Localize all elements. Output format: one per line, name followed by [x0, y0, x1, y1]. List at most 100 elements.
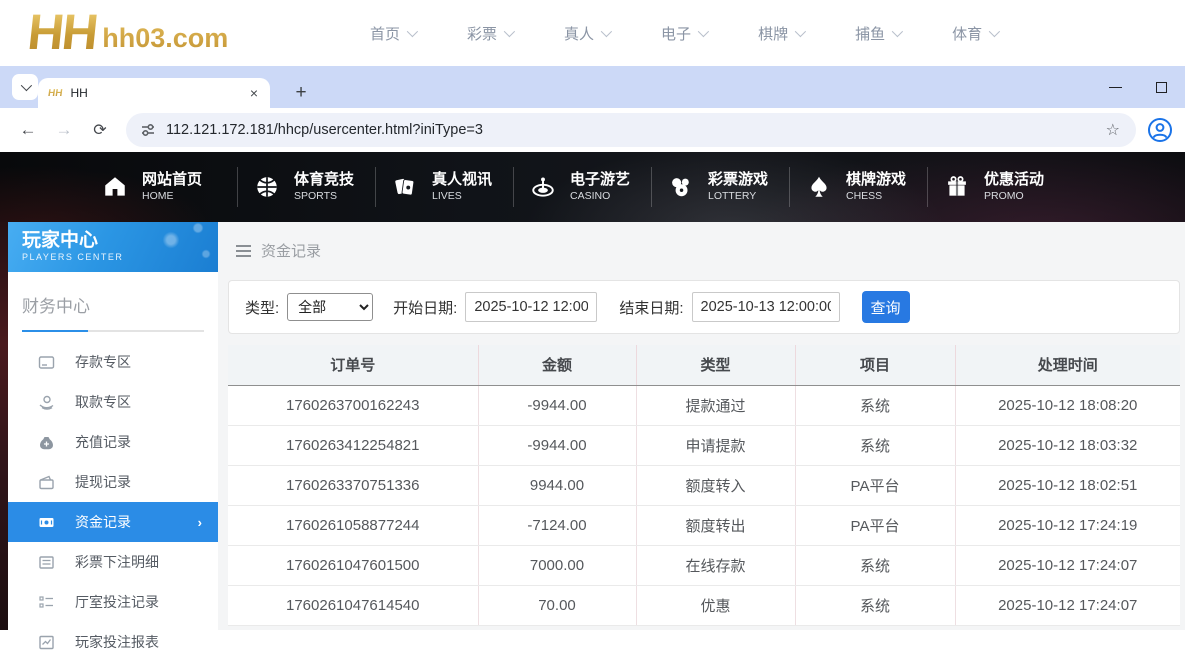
- top-nav-sports[interactable]: 体育: [952, 23, 997, 44]
- chevron-down-icon: [892, 26, 903, 37]
- game-nav-home[interactable]: 网站首页HOME: [100, 171, 237, 203]
- cell-type: 提款通过: [636, 385, 795, 425]
- end-date-label: 结束日期:: [619, 297, 683, 318]
- sidebar-item-recharge-records[interactable]: 充值记录: [8, 422, 218, 462]
- top-nav-label: 体育: [952, 23, 982, 44]
- records-table-card: 订单号 金额 类型 项目 处理时间 1760263700162243 -9944…: [228, 345, 1180, 626]
- top-nav-live[interactable]: 真人: [564, 23, 609, 44]
- players-center-header: 玩家中心 PLAYERS CENTER: [8, 222, 218, 272]
- chevron-down-icon: [504, 26, 515, 37]
- home-icon: [100, 172, 130, 202]
- sidebar-item-lottery-bet-details[interactable]: 彩票下注明细: [8, 542, 218, 582]
- hand-coin-icon: [38, 394, 55, 411]
- tab-close-icon[interactable]: ×: [248, 85, 260, 101]
- cell-project: 系统: [795, 545, 955, 585]
- background-strip: [0, 222, 8, 630]
- cell-type: 额度转出: [636, 505, 795, 545]
- type-select[interactable]: 全部: [287, 293, 373, 321]
- cell-time: 2025-10-12 17:24:07: [955, 545, 1180, 585]
- game-nav-zh: 彩票游戏: [708, 171, 768, 189]
- breadcrumb-label: 资金记录: [261, 240, 321, 261]
- end-date-input[interactable]: [692, 292, 840, 322]
- list-icon: [38, 554, 55, 571]
- back-icon[interactable]: ←: [16, 118, 40, 142]
- sidebar-item-label: 充值记录: [75, 432, 131, 452]
- sidebar-item-room-bet-records[interactable]: 厅室投注记录: [8, 582, 218, 622]
- top-nav-chess[interactable]: 棋牌: [758, 23, 803, 44]
- game-nav-casino[interactable]: 电子游艺CASINO: [514, 171, 651, 203]
- cell-project: PA平台: [795, 505, 955, 545]
- game-nav: 网站首页HOME 体育竞技SPORTS 真人视讯LIVES 电子游艺CASINO…: [0, 152, 1185, 222]
- col-processed-time: 处理时间: [955, 345, 1180, 385]
- bookmark-star-icon[interactable]: ☆: [1106, 120, 1120, 140]
- url-text[interactable]: 112.121.172.181/hhcp/usercenter.html?ini…: [166, 122, 1106, 138]
- sidebar-item-player-bet-report[interactable]: 玩家投注报表: [8, 622, 218, 662]
- table-row: 1760261058877244 -7124.00 额度转出 PA平台 2025…: [228, 505, 1180, 545]
- col-type: 类型: [636, 345, 795, 385]
- sidebar-item-label: 资金记录: [75, 512, 131, 532]
- roulette-icon: [528, 172, 558, 202]
- top-nav-lottery[interactable]: 彩票: [467, 23, 512, 44]
- top-nav-label: 彩票: [467, 23, 497, 44]
- game-nav-en: LIVES: [432, 189, 492, 203]
- chevron-down-icon: [601, 26, 612, 37]
- top-nav-label: 真人: [564, 23, 594, 44]
- maximize-icon[interactable]: [1156, 82, 1167, 93]
- cell-time: 2025-10-12 18:03:32: [955, 425, 1180, 465]
- top-nav-home[interactable]: 首页: [370, 23, 415, 44]
- sidebar-item-deposit-zone[interactable]: 存款专区: [8, 342, 218, 382]
- reload-icon[interactable]: ⟳: [88, 118, 112, 142]
- cell-type: 优惠: [636, 585, 795, 625]
- page-body: 玩家中心 PLAYERS CENTER 财务中心 存款专区 取款专区 充值记录 …: [0, 222, 1185, 630]
- search-button[interactable]: 查询: [862, 291, 910, 323]
- top-nav-slots[interactable]: 电子: [661, 23, 706, 44]
- chevron-down-icon: [795, 26, 806, 37]
- cell-project: PA平台: [795, 465, 955, 505]
- filter-bar: 类型: 全部 开始日期: 结束日期: 查询: [228, 280, 1180, 334]
- profile-icon[interactable]: [1147, 117, 1173, 143]
- cell-project: 系统: [795, 585, 955, 625]
- top-nav-label: 电子: [661, 23, 691, 44]
- col-amount: 金额: [478, 345, 636, 385]
- cell-time: 2025-10-12 18:02:51: [955, 465, 1180, 505]
- sidebar-item-label: 玩家投注报表: [75, 632, 159, 652]
- game-nav-lottery[interactable]: 彩票游戏LOTTERY: [652, 171, 789, 203]
- site-info-icon[interactable]: [140, 122, 156, 138]
- game-nav-promo[interactable]: 优惠活动PROMO: [928, 171, 1065, 203]
- url-bar[interactable]: 112.121.172.181/hhcp/usercenter.html?ini…: [126, 113, 1136, 147]
- chevron-down-icon: [21, 80, 32, 91]
- game-nav-zh: 电子游艺: [570, 171, 630, 189]
- top-nav-fishing[interactable]: 捕鱼: [855, 23, 900, 44]
- cell-order-id: 1760261058877244: [228, 505, 478, 545]
- sidebar-item-fund-records[interactable]: 资金记录 ›: [8, 502, 218, 542]
- game-nav-en: CASINO: [570, 189, 630, 203]
- game-nav-chess[interactable]: 棋牌游戏CHESS: [790, 171, 927, 203]
- fund-record-icon: [38, 514, 55, 531]
- top-nav: 首页 彩票 真人 电子 棋牌 捕鱼 体育: [370, 0, 997, 66]
- forward-icon[interactable]: →: [52, 118, 76, 142]
- site-logo[interactable]: HH hh03.com: [28, 4, 228, 60]
- game-nav-zh: 优惠活动: [984, 171, 1044, 189]
- lottery-balls-icon: [666, 172, 696, 202]
- sidebar-item-withdrawal-records[interactable]: 提现记录: [8, 462, 218, 502]
- new-tab-button[interactable]: +: [288, 80, 314, 106]
- tab-title: HH: [70, 86, 247, 100]
- spade-icon: [804, 172, 834, 202]
- browser-tab[interactable]: HH HH ×: [38, 78, 270, 108]
- start-date-input[interactable]: [465, 292, 597, 322]
- tab-search-caret-button[interactable]: [12, 74, 38, 100]
- type-label: 类型:: [245, 297, 279, 318]
- playing-cards-icon: [390, 172, 420, 202]
- table-row: 1760261047614540 70.00 优惠 系统 2025-10-12 …: [228, 585, 1180, 625]
- sidebar-item-withdraw-zone[interactable]: 取款专区: [8, 382, 218, 422]
- menu-icon[interactable]: [236, 245, 251, 257]
- players-center-subtitle: PLAYERS CENTER: [22, 252, 218, 262]
- chevron-down-icon: [407, 26, 418, 37]
- game-nav-en: CHESS: [846, 189, 906, 203]
- minimize-icon[interactable]: [1109, 87, 1122, 88]
- col-project: 项目: [795, 345, 955, 385]
- logo-domain-text: hh03.com: [102, 16, 228, 60]
- game-nav-sports[interactable]: 体育竞技SPORTS: [238, 171, 375, 203]
- game-nav-live[interactable]: 真人视讯LIVES: [376, 171, 513, 203]
- game-nav-zh: 棋牌游戏: [846, 171, 906, 189]
